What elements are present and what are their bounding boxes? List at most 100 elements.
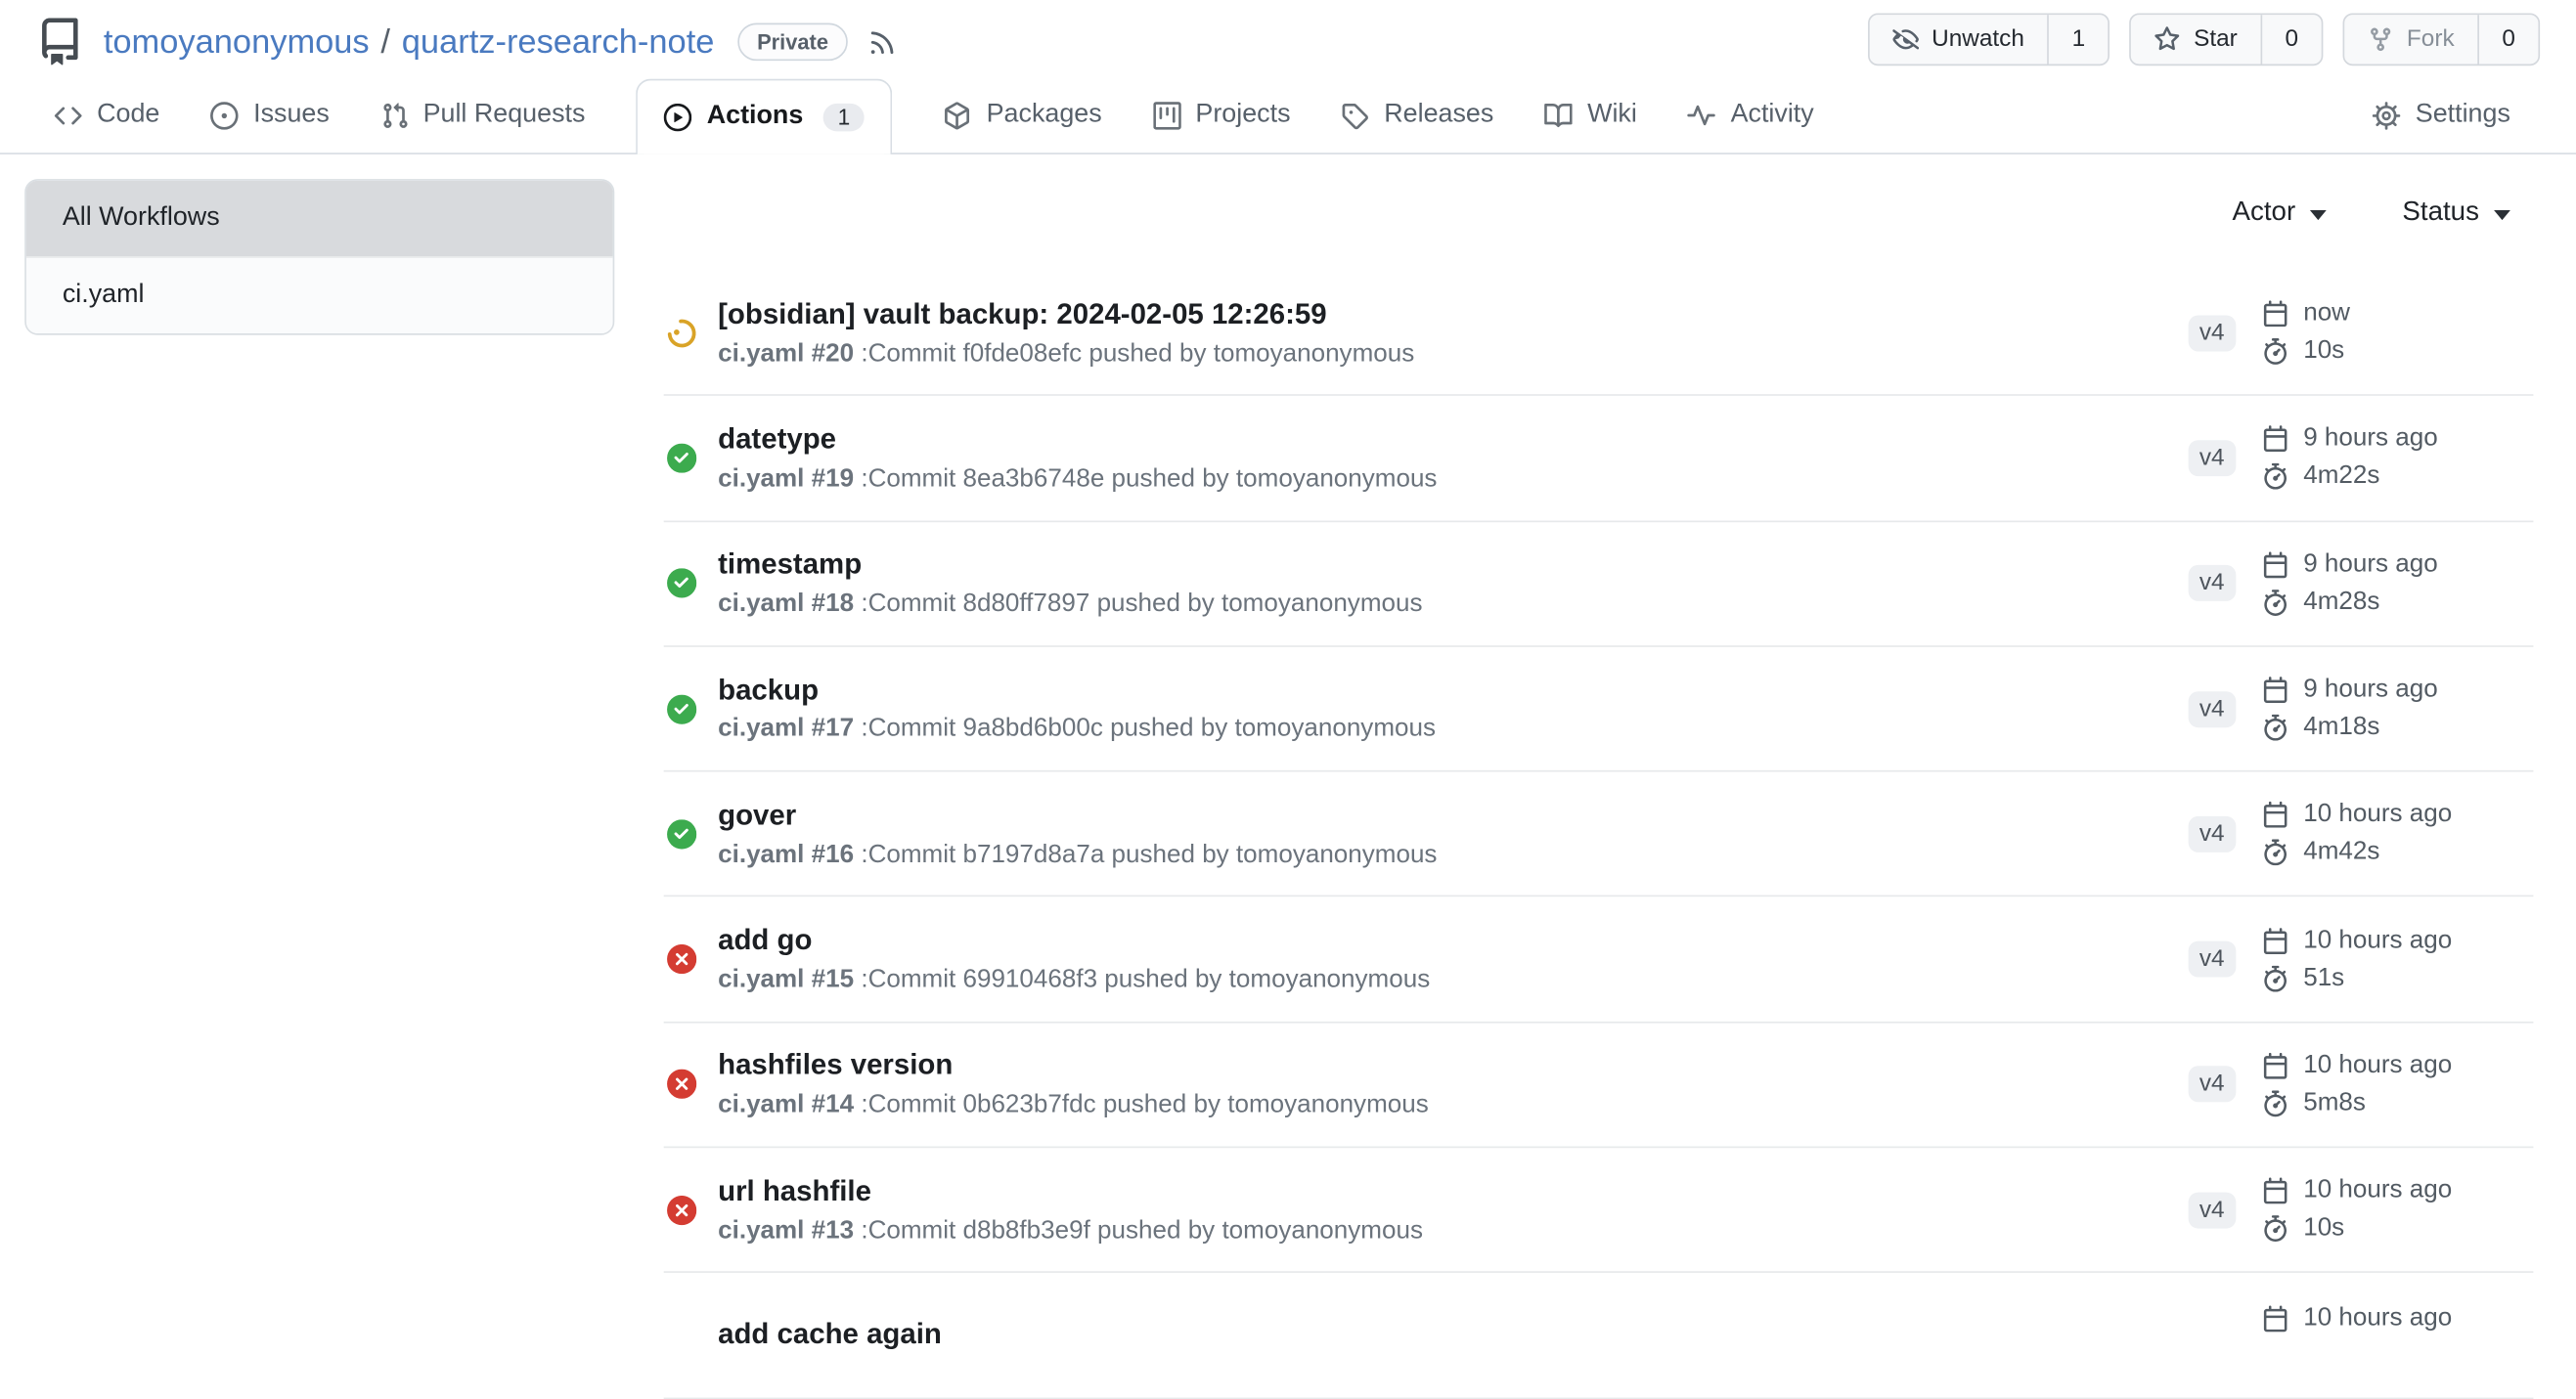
run-title[interactable]: gover <box>718 798 2188 834</box>
run-subtitle: ci.yaml #19 :Commit 8ea3b6748e pushed by… <box>718 464 2188 494</box>
run-version-badge: v4 <box>2188 816 2236 853</box>
run-title[interactable]: timestamp <box>718 547 2188 584</box>
sidebar-item-all-workflows[interactable]: All Workflows <box>26 181 613 256</box>
run-title[interactable]: hashfiles version <box>718 1049 2188 1085</box>
unwatch-label: Unwatch <box>1932 26 2024 53</box>
workflow-run-row[interactable]: add cache again 10 hours ago <box>664 1274 2534 1399</box>
run-text: hashfiles version ci.yaml #14 :Commit 0b… <box>718 1049 2188 1121</box>
sidebar-item-ci-yaml[interactable]: ci.yaml <box>26 256 613 333</box>
tab-settings[interactable]: Settings <box>2373 77 2510 153</box>
run-workflow-number: ci.yaml #20 <box>718 339 854 368</box>
tag-icon <box>1342 101 1370 129</box>
workflow-run-row[interactable]: backup ci.yaml #17 :Commit 9a8bd6b00c pu… <box>664 647 2534 772</box>
run-duration: 4m18s <box>2262 713 2511 742</box>
actor-filter-label: Actor <box>2232 197 2295 229</box>
tab-activity[interactable]: Activity <box>1688 77 1814 153</box>
run-title[interactable]: backup <box>718 673 2188 709</box>
repo-header: tomoyanonymous/quartz-research-note Priv… <box>0 0 2576 74</box>
run-commit-text: :Commit 69910468f3 pushed by tomoyanonym… <box>854 966 1430 994</box>
tab-actions-label: Actions <box>707 102 804 131</box>
pull-request-icon <box>380 101 409 129</box>
calendar-icon <box>2262 802 2288 828</box>
run-commit-text: :Commit b7197d8a7a pushed by tomoyanonym… <box>854 841 1437 869</box>
run-commit-text: :Commit 8ea3b6748e pushed by tomoyanonym… <box>854 464 1437 493</box>
tab-releases[interactable]: Releases <box>1342 77 1494 153</box>
workflow-run-row[interactable]: datetype ci.yaml #19 :Commit 8ea3b6748e … <box>664 396 2534 521</box>
run-meta: v4 9 hours ago 4m18s <box>2188 675 2533 742</box>
repo-separator: / <box>370 22 402 61</box>
run-text: add cache again <box>718 1317 2213 1353</box>
run-duration: 4m42s <box>2262 838 2511 867</box>
run-workflow-number: ci.yaml #16 <box>718 841 854 869</box>
run-workflow-number: ci.yaml #15 <box>718 966 854 994</box>
run-version-badge: v4 <box>2188 1067 2236 1103</box>
stopwatch-icon <box>2262 463 2288 490</box>
workflow-run-row[interactable]: hashfiles version ci.yaml #14 :Commit 0b… <box>664 1023 2534 1148</box>
run-filters: Actor Status <box>664 197 2534 229</box>
visibility-badge: Private <box>737 23 848 62</box>
rss-icon[interactable] <box>867 27 897 57</box>
run-started-time: 9 hours ago <box>2262 549 2511 579</box>
stopwatch-icon <box>2262 1215 2288 1242</box>
star-button[interactable]: Star 0 <box>2130 13 2324 66</box>
run-workflow-number: ci.yaml #18 <box>718 590 854 618</box>
fork-count[interactable]: 0 <box>2477 15 2538 64</box>
fork-icon <box>2368 26 2394 53</box>
run-status-icon <box>667 443 696 472</box>
workflow-run-row[interactable]: timestamp ci.yaml #18 :Commit 8d80ff7897… <box>664 522 2534 647</box>
fork-button[interactable]: Fork 0 <box>2342 13 2540 66</box>
run-version-badge: v4 <box>2188 565 2236 601</box>
tab-activity-label: Activity <box>1731 100 1814 129</box>
workflow-run-row[interactable]: gover ci.yaml #16 :Commit b7197d8a7a pus… <box>664 772 2534 897</box>
repo-icon <box>36 18 84 66</box>
calendar-icon <box>2262 1178 2288 1204</box>
star-count[interactable]: 0 <box>2260 15 2321 64</box>
repo-nav-tabs: Code Issues Pull Requests Actions1 Packa… <box>0 77 2576 154</box>
run-meta: v4 10 hours ago 5m8s <box>2188 1051 2533 1118</box>
run-started-time: 10 hours ago <box>2262 1176 2511 1205</box>
status-filter-dropdown[interactable]: Status <box>2402 197 2510 229</box>
run-times: 10 hours ago 5m8s <box>2262 1051 2511 1118</box>
run-workflow-number: ci.yaml #17 <box>718 716 854 744</box>
run-title[interactable]: add go <box>718 923 2188 959</box>
workflow-runs-list: [obsidian] vault backup: 2024-02-05 12:2… <box>664 271 2534 1399</box>
tab-packages[interactable]: Packages <box>944 77 1102 153</box>
run-commit-text: :Commit f0fde08efc pushed by tomoyanonym… <box>854 339 1414 368</box>
run-title[interactable]: datetype <box>718 422 2188 459</box>
workflow-run-row[interactable]: [obsidian] vault backup: 2024-02-05 12:2… <box>664 271 2534 396</box>
repo-owner-link[interactable]: tomoyanonymous <box>104 22 370 61</box>
tab-code[interactable]: Code <box>54 77 159 153</box>
watch-count[interactable]: 1 <box>2047 15 2108 64</box>
run-version-badge: v4 <box>2188 941 2236 978</box>
calendar-icon <box>2262 301 2288 328</box>
run-meta: v4 now 10s <box>2188 299 2533 367</box>
star-icon <box>2154 26 2181 53</box>
tab-wiki[interactable]: Wiki <box>1544 77 1636 153</box>
tab-issues[interactable]: Issues <box>210 77 329 153</box>
repo-name-link[interactable]: quartz-research-note <box>402 22 715 61</box>
unwatch-button[interactable]: Unwatch 1 <box>1868 13 2110 66</box>
tab-pull-requests[interactable]: Pull Requests <box>380 77 586 153</box>
run-subtitle: ci.yaml #17 :Commit 9a8bd6b00c pushed by… <box>718 716 2188 745</box>
tab-projects[interactable]: Projects <box>1153 77 1291 153</box>
workflow-run-row[interactable]: add go ci.yaml #15 :Commit 69910468f3 pu… <box>664 897 2534 1023</box>
run-meta: v4 10 hours ago 51s <box>2188 926 2533 993</box>
run-title[interactable]: add cache again <box>718 1317 2213 1353</box>
run-duration: 4m28s <box>2262 588 2511 617</box>
run-title[interactable]: [obsidian] vault backup: 2024-02-05 12:2… <box>718 297 2188 333</box>
tab-actions[interactable]: Actions1 <box>636 78 892 153</box>
run-started-time: 10 hours ago <box>2262 1303 2511 1333</box>
fork-label: Fork <box>2407 26 2455 53</box>
run-title[interactable]: url hashfile <box>718 1174 2188 1210</box>
run-started-time: 9 hours ago <box>2262 675 2511 704</box>
run-status-icon <box>667 318 696 347</box>
book-icon <box>1544 101 1573 129</box>
run-status-icon <box>667 944 696 974</box>
run-times: 10 hours ago 4m42s <box>2262 801 2511 868</box>
actor-filter-dropdown[interactable]: Actor <box>2232 197 2327 229</box>
workflow-run-row[interactable]: url hashfile ci.yaml #13 :Commit d8b8fb3… <box>664 1148 2534 1273</box>
run-commit-text: :Commit 0b623b7fdc pushed by tomoyanonym… <box>854 1091 1429 1119</box>
github-actions-page: tomoyanonymous/quartz-research-note Priv… <box>0 0 2576 1353</box>
package-icon <box>944 101 972 129</box>
run-text: [obsidian] vault backup: 2024-02-05 12:2… <box>718 297 2188 370</box>
